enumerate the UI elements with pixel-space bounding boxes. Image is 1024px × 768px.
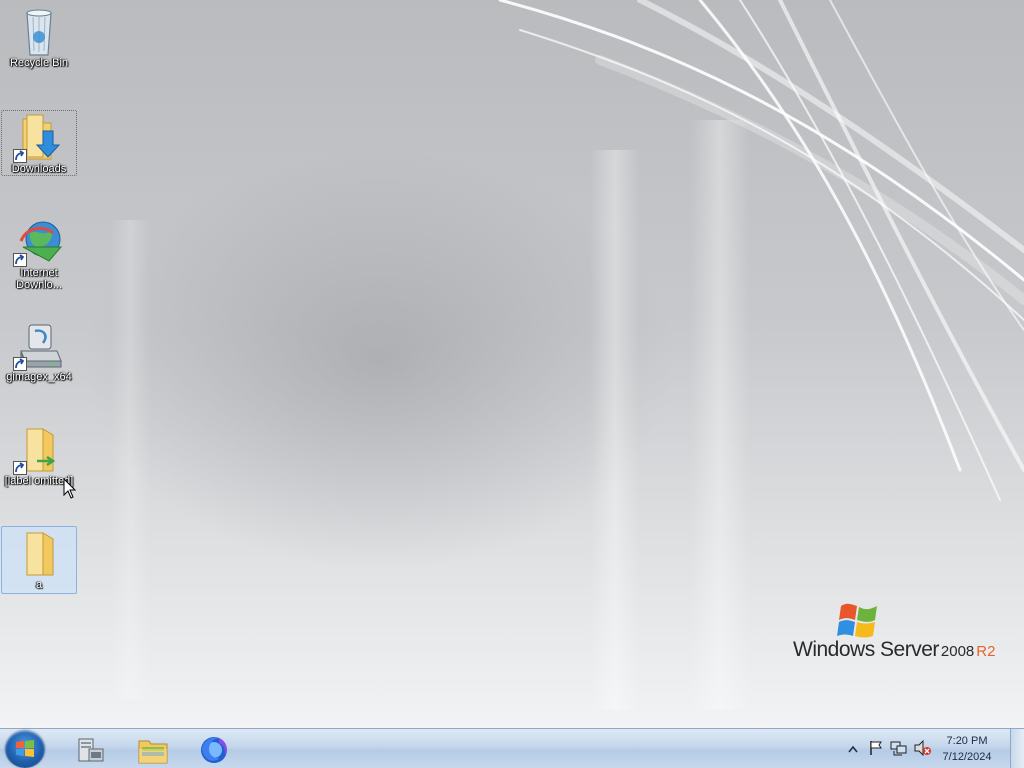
clock-time: 7:20 PM	[946, 735, 988, 747]
volume-muted-icon[interactable]	[914, 740, 932, 756]
shortcut-arrow-icon	[13, 461, 27, 475]
mouse-cursor-icon	[63, 478, 77, 499]
taskbar-server-manager[interactable]	[62, 731, 116, 767]
shortcut-arrow-icon	[13, 253, 27, 267]
system-tray: 7:20 PM 7/12/2024	[834, 729, 1024, 768]
desktop-icon-label: gimagex_x64	[6, 371, 72, 383]
action-center-flag-icon[interactable]	[868, 740, 884, 756]
desktop-icon-recycle-bin[interactable]: Recycle Bin	[1, 4, 77, 70]
desktop-icon-label: a	[35, 579, 43, 591]
windows-logo-icon	[837, 603, 877, 638]
shortcut-arrow-icon	[13, 357, 27, 371]
show-desktop-button[interactable]	[1010, 729, 1024, 768]
desktop-icon-downloads[interactable]: Downloads	[1, 110, 77, 176]
network-icon[interactable]	[890, 740, 908, 756]
desktop-icon-label: Downloads	[11, 163, 67, 175]
taskbar-windows-explorer[interactable]	[124, 731, 178, 767]
start-button[interactable]	[5, 730, 45, 768]
windows-server-branding: Windows Server 2008 R2	[793, 598, 1008, 668]
brand-release: R2	[976, 643, 996, 660]
brand-year: 2008	[940, 643, 975, 660]
taskbar-firefox[interactable]	[186, 731, 240, 767]
desktop-icon-label: Recycle Bin	[9, 57, 69, 69]
folder-icon	[26, 532, 54, 576]
folder-icon	[138, 740, 168, 764]
taskbar: 7:20 PM 7/12/2024	[0, 728, 1024, 768]
windows-orb-icon	[16, 740, 34, 757]
firefox-icon	[201, 737, 227, 763]
clock-date: 7/12/2024	[942, 751, 992, 763]
recycle-bin-icon	[26, 9, 52, 56]
desktop-icon-gimagex[interactable]: gimagex_x64	[1, 318, 77, 384]
brand-windows: Windows Server	[793, 638, 939, 661]
server-manager-icon	[78, 738, 104, 762]
windows-server-wordmark: Windows Server 2008 R2	[793, 638, 995, 662]
show-hidden-icons-icon[interactable]	[848, 745, 858, 753]
desktop-icon-internet-download-manager[interactable]: Internet Downlo...	[1, 214, 77, 292]
desktop-icon-folder-a[interactable]: a	[1, 526, 77, 594]
desktop[interactable]: Recycle Bin Downloads Internet Downlo...…	[0, 0, 1024, 728]
shortcut-arrow-icon	[13, 149, 27, 163]
desktop-icon-label: Internet Downlo...	[16, 267, 62, 291]
taskbar-clock[interactable]: 7:20 PM 7/12/2024	[932, 733, 1002, 765]
